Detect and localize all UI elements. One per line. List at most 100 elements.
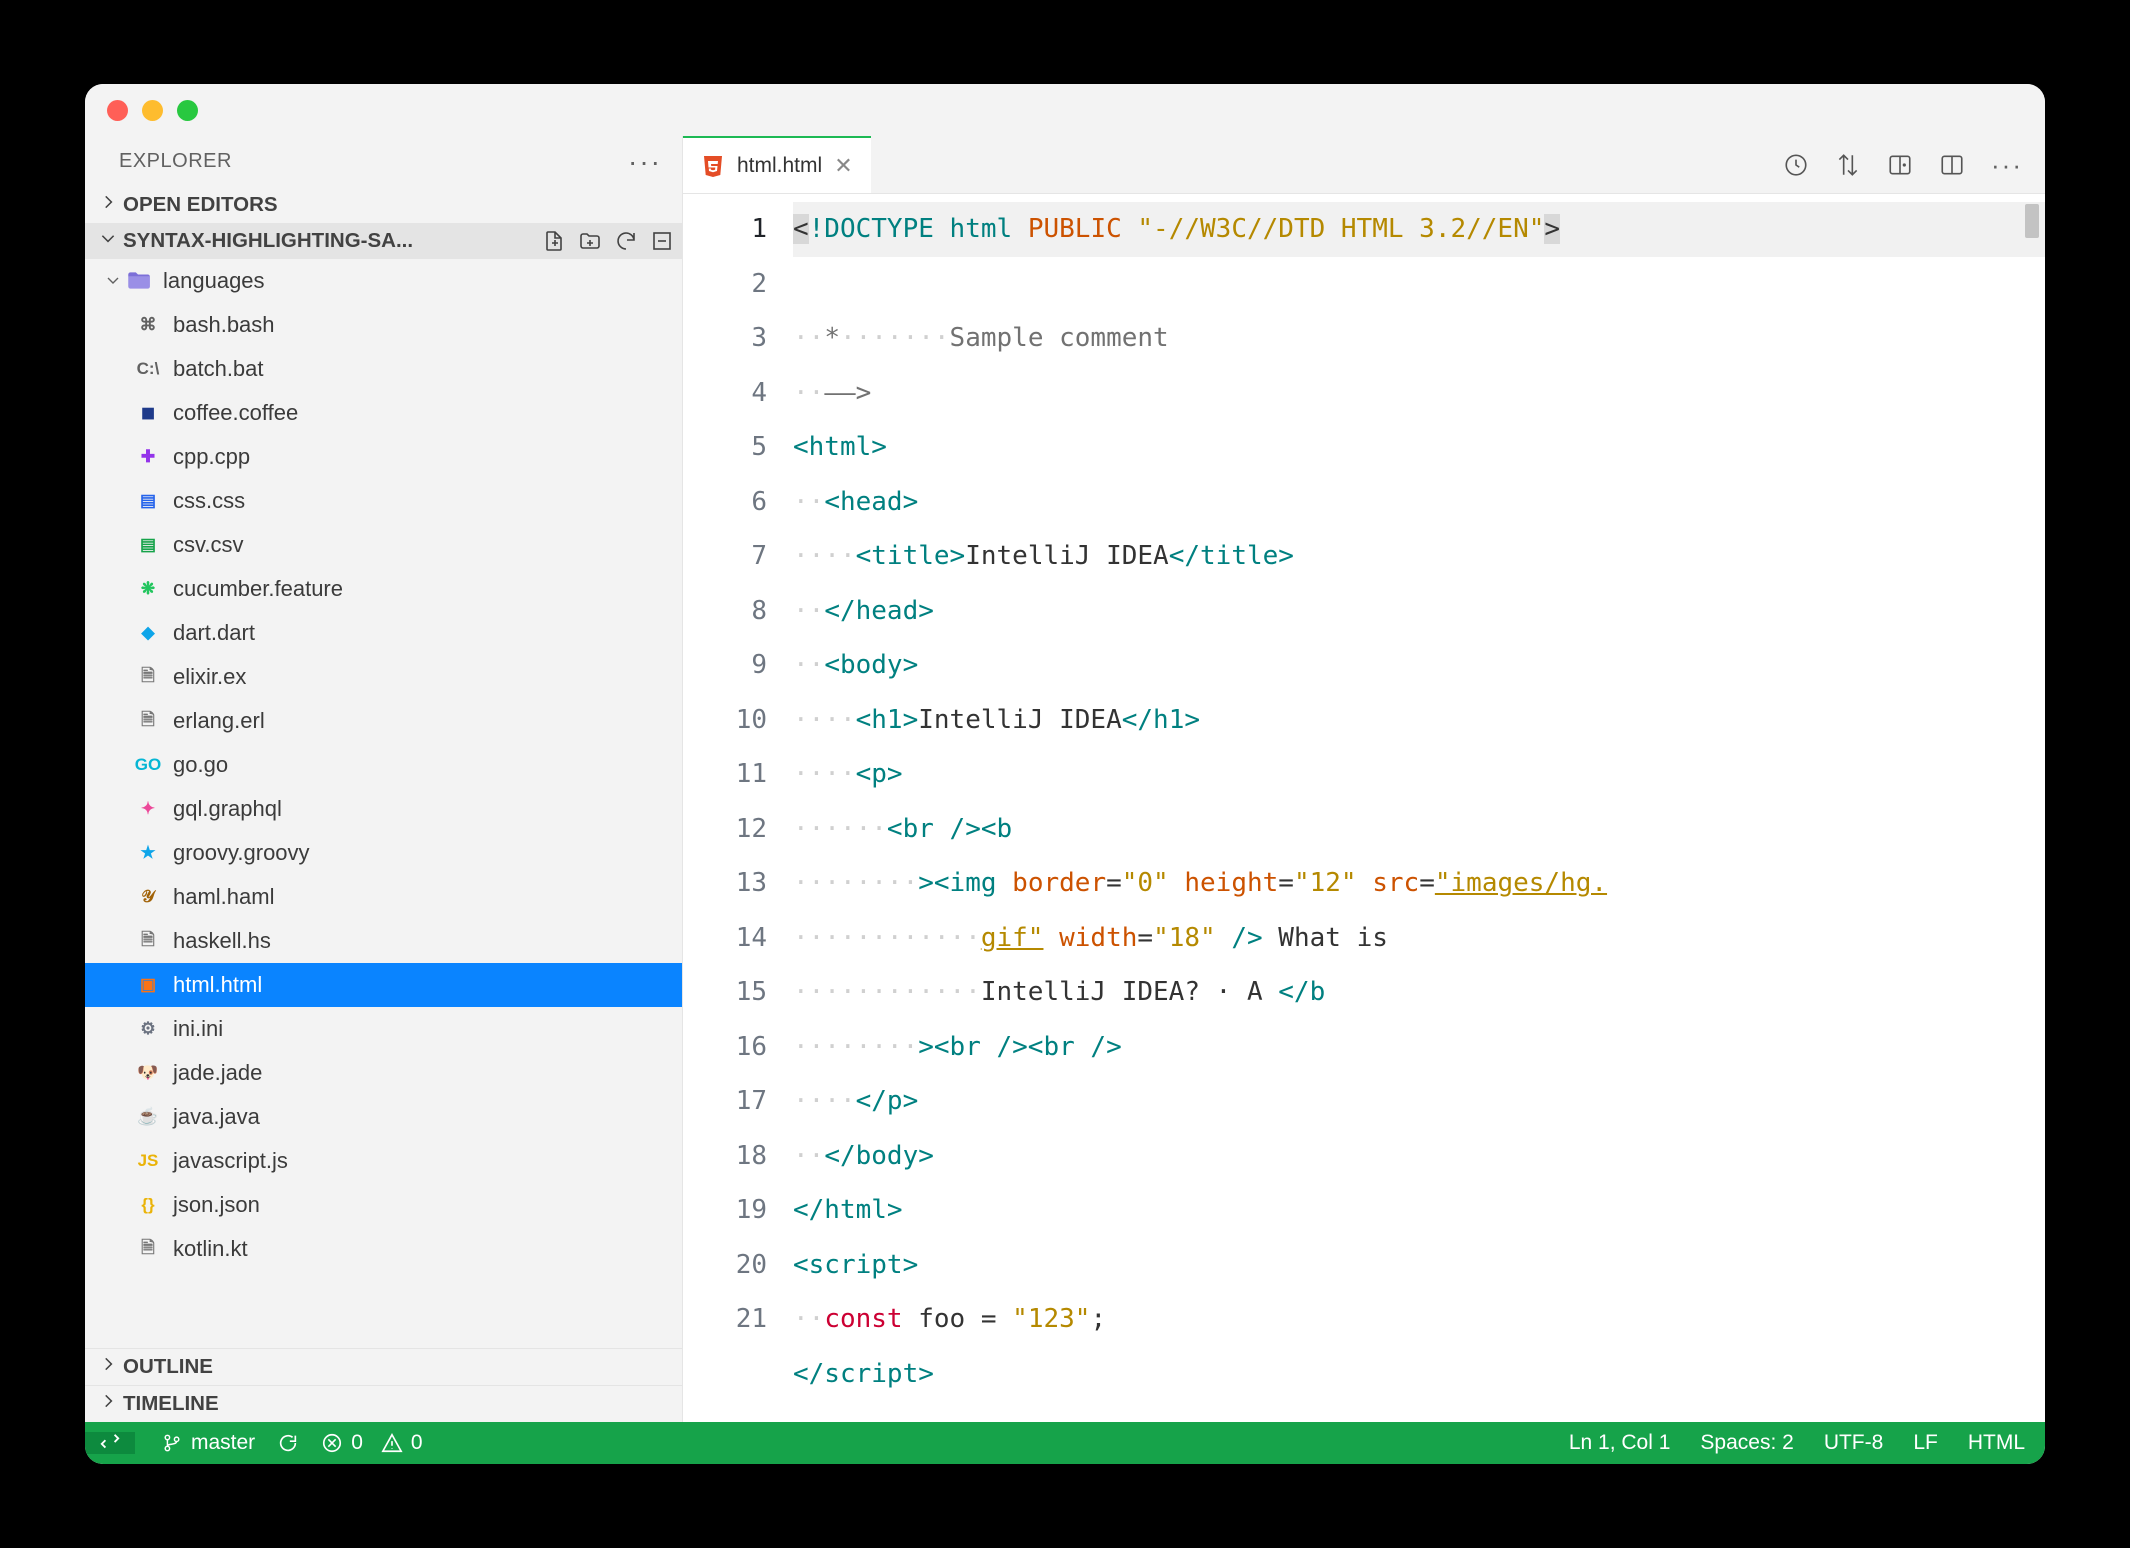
file-icon: GO [133, 750, 163, 780]
new-file-icon[interactable] [542, 229, 566, 253]
file-row[interactable]: ✦gql.graphql [85, 787, 682, 831]
remote-button[interactable] [85, 1432, 135, 1454]
file-icon: ☕ [133, 1102, 163, 1132]
tab-html[interactable]: html.html ✕ [683, 136, 871, 193]
code-area[interactable]: <!DOCTYPE html PUBLIC "-//W3C//DTD HTML … [793, 194, 2045, 1422]
file-label: json.json [173, 1192, 260, 1218]
compare-icon[interactable] [1835, 152, 1861, 178]
refresh-icon[interactable] [614, 229, 638, 253]
file-label: dart.dart [173, 620, 255, 646]
file-label: haml.haml [173, 884, 274, 910]
window-controls [107, 100, 198, 121]
file-row[interactable]: JSjavascript.js [85, 1139, 682, 1183]
file-icon: ✦ [133, 794, 163, 824]
file-icon: C:\ [133, 354, 163, 384]
file-icon: 🐶 [133, 1058, 163, 1088]
file-row[interactable]: 🗎kotlin.kt [85, 1227, 682, 1271]
file-row[interactable]: ⌘bash.bash [85, 303, 682, 347]
outline-label: OUTLINE [123, 1355, 674, 1379]
open-editors-section[interactable]: OPEN EDITORS [85, 187, 682, 223]
history-icon[interactable] [1783, 152, 1809, 178]
folder-row[interactable]: languages [85, 259, 682, 303]
branch-name: master [191, 1431, 255, 1455]
new-folder-icon[interactable] [578, 229, 602, 253]
app-window: EXPLORER ··· OPEN EDITORS SYNTAX-HIGHLIG… [85, 84, 2045, 1464]
file-row[interactable]: 🗎elixir.ex [85, 655, 682, 699]
file-label: erlang.erl [173, 708, 265, 734]
file-label: haskell.hs [173, 928, 271, 954]
indent-setting[interactable]: Spaces: 2 [1700, 1431, 1793, 1455]
git-branch[interactable]: master [161, 1431, 255, 1455]
outline-section[interactable]: OUTLINE [85, 1348, 682, 1385]
warning-count: 0 [411, 1431, 423, 1455]
file-row[interactable]: ❋cucumber.feature [85, 567, 682, 611]
eol[interactable]: LF [1913, 1431, 1938, 1455]
file-row[interactable]: ✚ cpp.cpp [85, 435, 682, 479]
file-row[interactable]: ⚙ini.ini [85, 1007, 682, 1051]
file-row[interactable]: GO go.go [85, 743, 682, 787]
minimize-window-icon[interactable] [142, 100, 163, 121]
file-icon: ▣ [133, 970, 163, 1000]
explorer-more-icon[interactable]: ··· [628, 157, 662, 167]
file-row[interactable]: ◆ dart.dart [85, 611, 682, 655]
problems-button[interactable]: 0 0 [321, 1431, 422, 1455]
file-icon: 🗎 [133, 926, 163, 956]
body-area: EXPLORER ··· OPEN EDITORS SYNTAX-HIGHLIG… [85, 136, 2045, 1422]
html5-icon [701, 154, 725, 178]
close-tab-icon[interactable]: ✕ [834, 153, 852, 179]
folder-label: languages [163, 268, 265, 294]
file-row[interactable]: ★ groovy.groovy [85, 831, 682, 875]
sync-button[interactable] [277, 1432, 299, 1454]
split-icon[interactable] [1939, 152, 1965, 178]
file-label: cpp.cpp [173, 444, 250, 470]
file-icon: ◆ [133, 618, 163, 648]
explorer-header: EXPLORER ··· [85, 136, 682, 187]
file-icon: ⚙ [133, 1014, 163, 1044]
file-row[interactable]: ☕ java.java [85, 1095, 682, 1139]
file-icon: 🗎 [133, 706, 163, 736]
file-row[interactable]: {} json.json [85, 1183, 682, 1227]
file-label: go.go [173, 752, 228, 778]
error-count: 0 [351, 1431, 363, 1455]
file-label: csv.csv [173, 532, 243, 558]
file-row[interactable]: 🗎 erlang.erl [85, 699, 682, 743]
file-icon: ★ [133, 838, 163, 868]
open-editors-label: OPEN EDITORS [123, 193, 674, 217]
file-row[interactable]: ▤csv.csv [85, 523, 682, 567]
file-row[interactable]: 🗎 haskell.hs [85, 919, 682, 963]
cursor-position[interactable]: Ln 1, Col 1 [1569, 1431, 1671, 1455]
file-row[interactable]: ◼coffee.coffee [85, 391, 682, 435]
file-row[interactable]: ▤css.css [85, 479, 682, 523]
file-row[interactable]: ▣ html.html [85, 963, 682, 1007]
preview-icon[interactable] [1887, 152, 1913, 178]
file-row[interactable]: 𝒴haml.haml [85, 875, 682, 919]
scrollbar-thumb[interactable] [2025, 204, 2039, 238]
file-icon: {} [133, 1190, 163, 1220]
project-label: SYNTAX-HIGHLIGHTING-SA... [123, 229, 534, 253]
file-label: jade.jade [173, 1060, 262, 1086]
project-section[interactable]: SYNTAX-HIGHLIGHTING-SA... [85, 223, 682, 259]
editor-more-icon[interactable]: ··· [1991, 160, 2023, 170]
file-row[interactable]: C:\batch.bat [85, 347, 682, 391]
chevron-down-icon [99, 229, 123, 253]
file-icon: ▤ [133, 486, 163, 516]
file-label: java.java [173, 1104, 260, 1130]
file-icon: ✚ [133, 442, 163, 472]
file-label: html.html [173, 972, 262, 998]
file-label: groovy.groovy [173, 840, 310, 866]
language-mode[interactable]: HTML [1968, 1431, 2025, 1455]
status-bar: master 0 0 Ln 1, Col 1 Spaces: 2 UTF-8 L… [85, 1422, 2045, 1464]
collapse-icon[interactable] [650, 229, 674, 253]
folder-icon [123, 266, 153, 296]
editor-actions: ··· [1783, 136, 2045, 193]
file-icon: JS [133, 1146, 163, 1176]
maximize-window-icon[interactable] [177, 100, 198, 121]
timeline-section[interactable]: TIMELINE [85, 1385, 682, 1422]
project-actions [542, 229, 674, 253]
file-row[interactable]: 🐶 jade.jade [85, 1051, 682, 1095]
code-editor[interactable]: 123456789101112131415161718192021 <!DOCT… [683, 194, 2045, 1422]
encoding[interactable]: UTF-8 [1824, 1431, 1884, 1455]
timeline-label: TIMELINE [123, 1392, 674, 1416]
close-window-icon[interactable] [107, 100, 128, 121]
explorer-title: EXPLORER [119, 150, 232, 173]
